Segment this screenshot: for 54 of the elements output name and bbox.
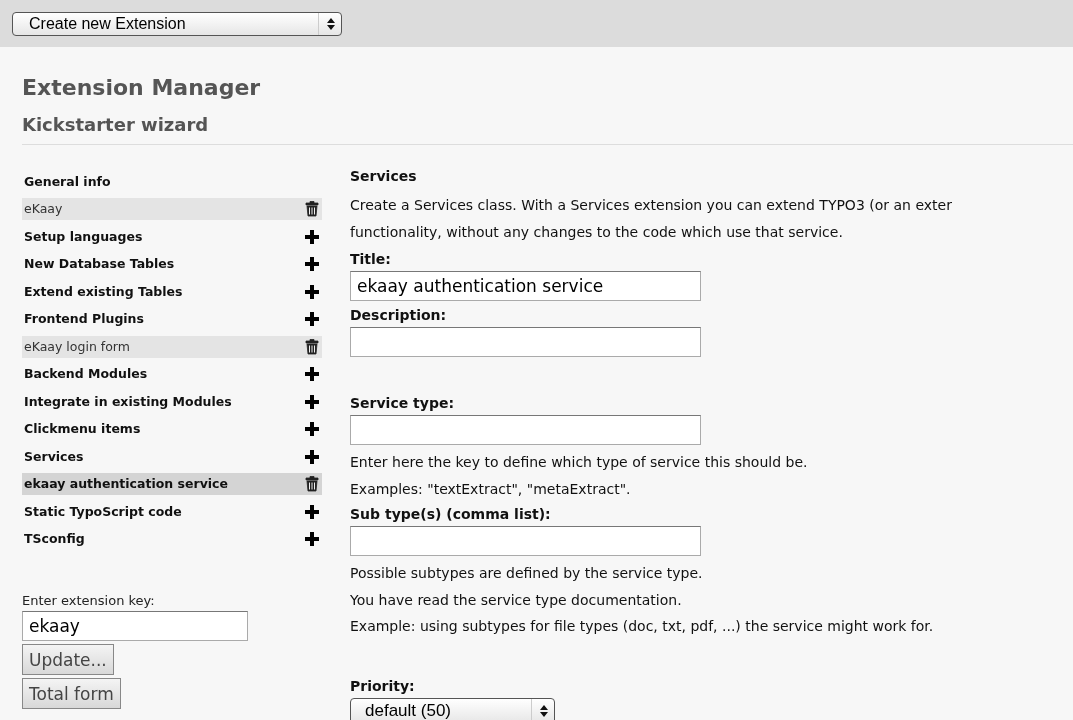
field-label: Sub type(s) (comma list): bbox=[350, 505, 552, 524]
form-button[interactable]: Total form bbox=[22, 678, 121, 709]
priority-select[interactable]: default (50) bbox=[350, 697, 555, 720]
text-field[interactable] bbox=[350, 415, 701, 445]
plus-icon[interactable] bbox=[304, 448, 320, 465]
field-label: Title: bbox=[350, 250, 392, 269]
updown-arrow-icon bbox=[327, 17, 335, 30]
plus-icon[interactable] bbox=[304, 531, 320, 548]
sidebar-heading: General info bbox=[23, 172, 112, 191]
help-text: Examples: "textExtract", "metaExtract". bbox=[350, 479, 632, 499]
sidebar-item[interactable]: Clickmenu items bbox=[22, 418, 302, 441]
help-text: Example: using subtypes for file types (doc, txt, pdf, ...) the service might work for. bbox=[350, 617, 935, 636]
text-field[interactable] bbox=[350, 327, 701, 357]
plus-icon[interactable] bbox=[304, 503, 320, 520]
page-title: Extension Manager bbox=[22, 75, 262, 100]
text-field[interactable]: ekaay authentication service bbox=[350, 271, 701, 301]
trash-icon[interactable] bbox=[305, 476, 319, 493]
sidebar-item[interactable]: Extend existing Tables bbox=[22, 280, 302, 303]
plus-icon[interactable] bbox=[304, 393, 320, 410]
sidebar-item[interactable]: Services bbox=[22, 445, 302, 468]
description-text: functionality, without any changes to the code which use that service. bbox=[350, 222, 844, 242]
plus-icon[interactable] bbox=[304, 366, 320, 383]
field-label: Priority: bbox=[350, 676, 416, 696]
help-text: Enter here the key to define which type of service this should be. bbox=[350, 453, 809, 472]
extension-key-field[interactable]: ekaay bbox=[22, 611, 248, 641]
sidebar-entry[interactable]: eKaay bbox=[22, 198, 302, 221]
description-text: Create a Services class. With a Services extension you can extend TYPO3 (or an exter bbox=[350, 196, 953, 215]
field-label: Enter extension key: bbox=[22, 593, 156, 608]
sidebar-item[interactable]: Backend Modules bbox=[22, 363, 302, 386]
sidebar-item[interactable]: Static TypoScript code bbox=[22, 500, 302, 523]
field-label: Service type: bbox=[350, 394, 455, 413]
plus-icon[interactable] bbox=[304, 283, 320, 300]
plus-icon[interactable] bbox=[304, 256, 320, 273]
sidebar-item[interactable]: Setup languages bbox=[22, 225, 302, 248]
sidebar-item[interactable]: TSconfig bbox=[22, 528, 302, 551]
sidebar-entry[interactable]: ekaay authentication service bbox=[22, 473, 302, 496]
updown-arrow-icon bbox=[540, 704, 548, 717]
text-field[interactable] bbox=[350, 526, 701, 556]
plus-icon[interactable] bbox=[304, 228, 320, 245]
plus-icon[interactable] bbox=[304, 311, 320, 328]
page-subtitle: Kickstarter wizard bbox=[22, 114, 1073, 145]
sidebar-entry[interactable]: eKaay login form bbox=[22, 335, 302, 358]
field-label: Description: bbox=[350, 306, 448, 325]
sidebar-item[interactable]: Frontend Plugins bbox=[22, 308, 302, 331]
sidebar-item[interactable]: Integrate in existing Modules bbox=[22, 390, 302, 413]
trash-icon[interactable] bbox=[305, 338, 319, 355]
plus-icon[interactable] bbox=[304, 421, 320, 438]
trash-icon[interactable] bbox=[305, 201, 319, 218]
form-button[interactable]: Update... bbox=[22, 644, 114, 675]
sidebar-item[interactable]: New Database Tables bbox=[22, 253, 302, 276]
section-heading: Services bbox=[350, 168, 418, 184]
help-text: You have read the service type documentation. bbox=[350, 590, 683, 610]
help-text: Possible subtypes are defined by the service type. bbox=[350, 564, 704, 583]
extension-select[interactable]: Create new Extension bbox=[12, 11, 342, 36]
